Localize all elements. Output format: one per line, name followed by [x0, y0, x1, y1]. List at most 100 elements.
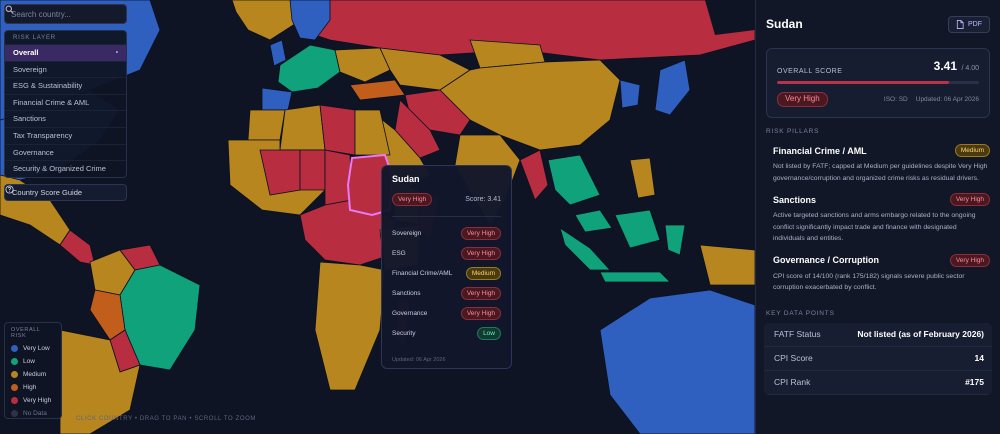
- layer-item-label: Governance: [13, 147, 54, 157]
- kdp-value: 14: [974, 353, 984, 364]
- pdf-export-button[interactable]: PDF: [948, 15, 990, 33]
- tooltip-row-esg: ESG Very High: [392, 243, 501, 263]
- key-data-points: FATF Status Not listed (as of February 2…: [764, 322, 992, 395]
- tooltip-row-security: Security Low: [392, 323, 501, 343]
- region-thailand: [547, 154, 601, 206]
- region-southern-africa: [314, 261, 386, 391]
- tooltip-row-financial-crime: Financial Crime/AML Medium: [392, 263, 501, 283]
- layer-item-label: Security & Organized Crime: [13, 164, 106, 174]
- tooltip-row-badge: Very High: [460, 246, 501, 260]
- legend-item: Very High: [11, 394, 55, 407]
- active-marker: •: [115, 50, 118, 56]
- layer-item-label: Tax Transparency: [13, 130, 73, 140]
- pillar-financial-crime: Financial Crime / AML Medium Not listed …: [756, 144, 1000, 184]
- region-morocco: [247, 109, 286, 141]
- pillar-name: Governance / Corruption: [773, 255, 880, 266]
- risk-layer-panel: RISK LAYER Overall • Sovereign ESG & Sus…: [4, 30, 127, 178]
- legend-item: High: [11, 381, 55, 394]
- layer-item-label: ESG & Sustainability: [13, 81, 83, 91]
- country-detail-panel: Sudan PDF OVERALL SCORE 3.41 / 4.00 Very…: [755, 0, 1000, 434]
- region-java: [599, 271, 671, 283]
- layer-item-governance[interactable]: Governance: [5, 143, 126, 161]
- region-algeria: [279, 104, 326, 151]
- score-label: OVERALL SCORE: [777, 68, 843, 75]
- tooltip-row-sanctions: Sanctions Very High: [392, 283, 501, 303]
- search-icon: [5, 5, 14, 14]
- layer-item-sovereign[interactable]: Sovereign: [5, 60, 126, 78]
- tooltip-row-label: Governance: [392, 309, 428, 317]
- region-philippines: [629, 157, 656, 199]
- tooltip-row-sovereign: Sovereign Very High: [392, 223, 501, 243]
- map-hint: CLICK COUNTRY • DRAG TO PAN • SCROLL TO …: [76, 416, 256, 422]
- pillar-badge: Very High: [949, 253, 990, 267]
- region-uk: [269, 39, 287, 67]
- tooltip-row-badge: Low: [477, 326, 501, 340]
- guide-button-label: Country Score Guide: [12, 188, 83, 197]
- tooltip-row-badge: Very High: [460, 286, 501, 300]
- tooltip-overall-badge: Very High: [392, 193, 433, 207]
- score-value: 3.41: [933, 59, 958, 73]
- tooltip-row-label: ESG: [392, 249, 406, 257]
- risk-layer-title: RISK LAYER: [13, 35, 56, 41]
- region-sulawesi: [664, 224, 686, 256]
- pdf-button-label: PDF: [968, 20, 982, 28]
- country-tooltip: Sudan Very High Score: 3.41 Sovereign Ver…: [381, 165, 512, 369]
- tooltip-row-badge: Medium: [465, 266, 501, 280]
- legend-title: OVERALL RISK: [11, 327, 41, 339]
- tooltip-row-label: Sovereign: [392, 229, 422, 237]
- layer-item-label: Overall: [13, 48, 39, 57]
- country-score-guide-button[interactable]: Country Score Guide: [4, 184, 127, 201]
- overall-score-card: OVERALL SCORE 3.41 / 4.00 Very High ISO:…: [766, 48, 990, 118]
- kdp-value: #175: [965, 377, 984, 388]
- legend-label: Very Low: [23, 345, 50, 352]
- score-bar-track: [777, 81, 979, 84]
- region-korea: [619, 79, 641, 109]
- layer-item-overall[interactable]: Overall •: [5, 44, 126, 61]
- legend-item: Very Low: [11, 342, 55, 355]
- legend-label: Medium: [23, 371, 47, 378]
- legend-swatch: [11, 358, 18, 365]
- document-icon: [956, 19, 964, 29]
- layer-item-esg[interactable]: ESG & Sustainability: [5, 77, 126, 94]
- kdp-label: CPI Score: [774, 353, 813, 364]
- country-search[interactable]: [4, 4, 127, 24]
- layer-item-financial-crime[interactable]: Financial Crime & AML: [5, 93, 126, 111]
- pillar-description: Not listed by FATF; capped at Medium per…: [773, 163, 988, 182]
- kdp-label: CPI Rank: [774, 377, 811, 388]
- tooltip-country-name: Sudan: [392, 174, 420, 184]
- world-map[interactable]: RISK LAYER Overall • Sovereign ESG & Sus…: [0, 0, 755, 434]
- region-libya: [319, 104, 356, 156]
- tooltip-updated: Updated: 06 Apr 2026: [392, 357, 446, 364]
- risk-legend: OVERALL RISK Very Low Low Medium High Ve…: [4, 322, 62, 419]
- tooltip-score: Score: 3.41: [465, 196, 501, 204]
- layer-item-security[interactable]: Security & Organized Crime: [5, 160, 126, 177]
- legend-swatch: [11, 397, 18, 404]
- legend-swatch: [11, 345, 18, 352]
- panel-header: Sudan PDF: [756, 0, 1000, 38]
- region-western-europe: [277, 44, 341, 93]
- panel-country-title: Sudan: [766, 17, 803, 31]
- pillar-badge: Very High: [949, 193, 990, 207]
- kdp-label: FATF Status: [774, 329, 821, 340]
- region-japan: [654, 59, 691, 116]
- layer-item-tax-transparency[interactable]: Tax Transparency: [5, 126, 126, 144]
- region-peru: [89, 289, 126, 341]
- search-input[interactable]: [11, 9, 101, 19]
- tooltip-row-badge: Very High: [460, 226, 501, 240]
- legend-label: High: [23, 384, 37, 391]
- pillar-governance: Governance / Corruption Very High CPI sc…: [756, 253, 1000, 294]
- divider: [392, 216, 501, 218]
- score-max: / 4.00: [961, 65, 979, 72]
- region-niger: [299, 149, 326, 191]
- key-data-points-title: KEY DATA POINTS: [766, 309, 835, 317]
- layer-item-sanctions[interactable]: Sanctions: [5, 110, 126, 127]
- region-myanmar: [519, 149, 549, 201]
- legend-item: Low: [11, 355, 55, 368]
- kdp-value: Not listed (as of February 2026): [857, 329, 984, 340]
- score-bar-fill: [777, 81, 950, 84]
- kdp-row-fatf: FATF Status Not listed (as of February 2…: [764, 323, 992, 347]
- region-malaysia: [574, 209, 613, 233]
- region-eastern-europe: [334, 47, 391, 83]
- region-sumatra: [559, 227, 611, 271]
- iso-code: ISO: SD: [883, 95, 908, 103]
